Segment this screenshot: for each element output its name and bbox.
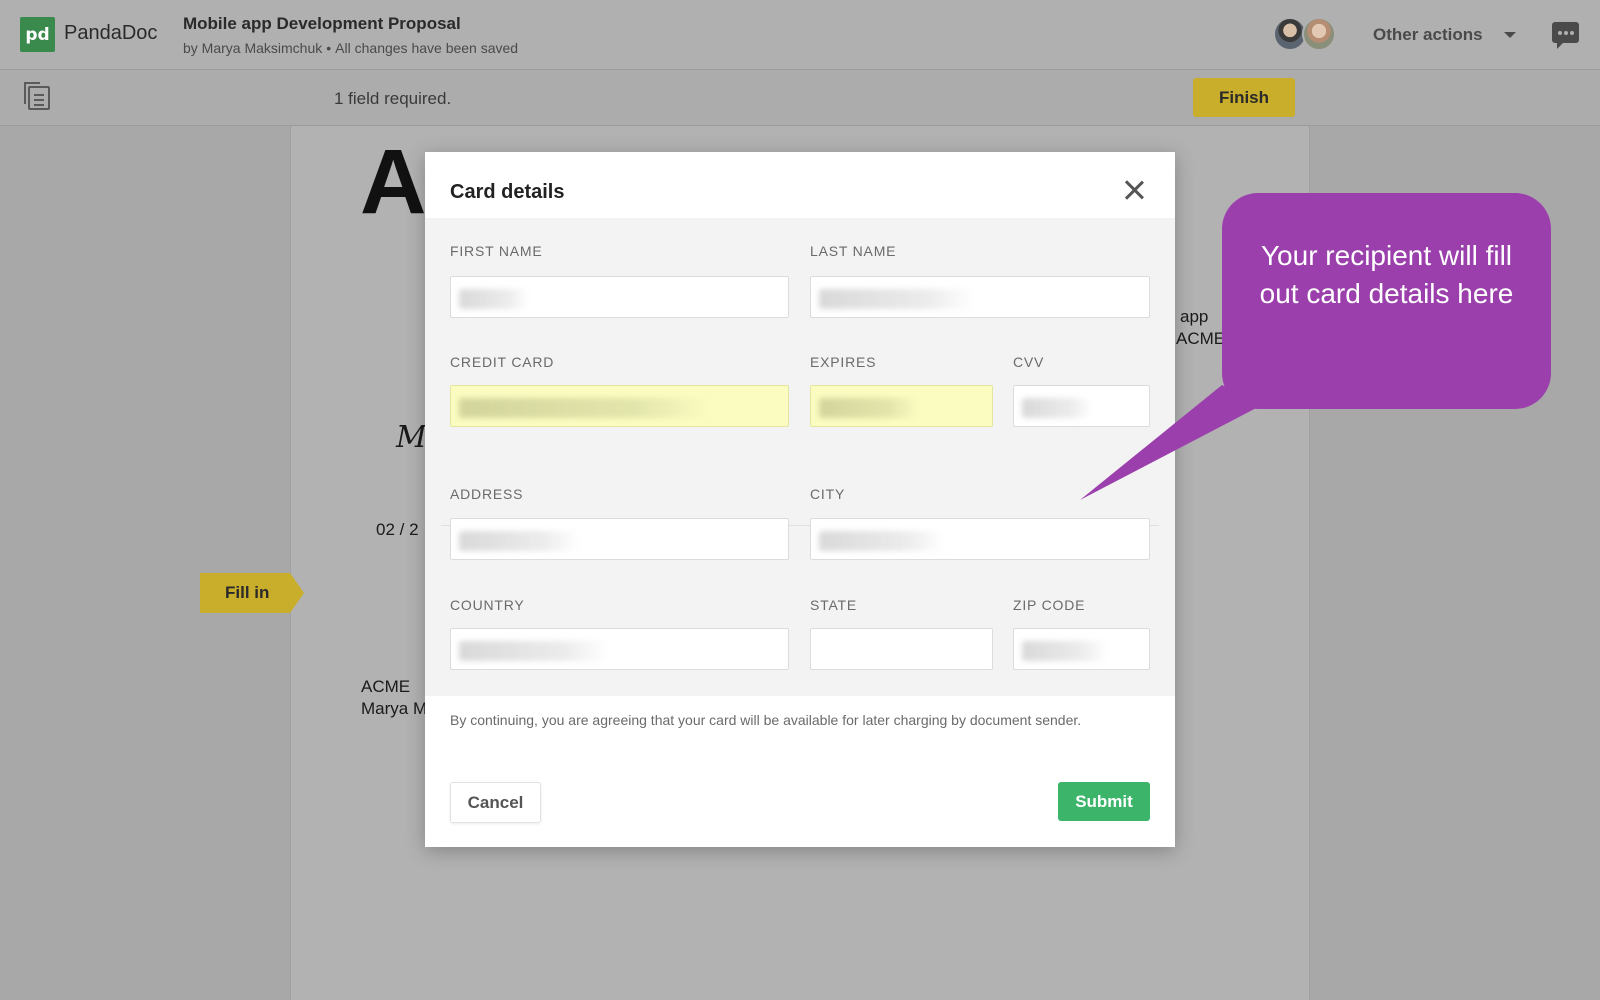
card-details-modal: Card details FIRST NAME LAST NAME CREDIT… <box>425 152 1175 847</box>
last-name-label: LAST NAME <box>810 243 897 259</box>
other-actions-menu[interactable]: Other actions <box>1373 25 1483 45</box>
cvv-field[interactable] <box>1013 385 1150 427</box>
last-name-field[interactable] <box>810 276 1150 318</box>
zip-code-field[interactable] <box>1013 628 1150 670</box>
first-name-field[interactable] <box>450 276 789 318</box>
document-title[interactable]: Mobile app Development Proposal <box>183 14 461 34</box>
modal-header: Card details <box>425 152 1175 218</box>
modal-form: FIRST NAME LAST NAME CREDIT CARD EXPIRES… <box>425 218 1175 696</box>
callout-text: Your recipient will fill out card detail… <box>1259 240 1514 309</box>
address-field[interactable] <box>450 518 789 560</box>
document-subtitle: by Marya Maksimchuk • All changes have bee… <box>183 40 519 56</box>
country-field[interactable] <box>450 628 789 670</box>
zip-code-label: ZIP CODE <box>1013 597 1086 613</box>
avatar[interactable] <box>1302 17 1336 51</box>
brand-name: PandaDoc <box>64 22 158 44</box>
credit-card-label: CREDIT CARD <box>450 354 555 370</box>
credit-card-field[interactable] <box>450 385 789 427</box>
finish-button[interactable]: Finish <box>1193 78 1295 117</box>
document-company: ACME <box>361 677 411 696</box>
pages-icon[interactable] <box>24 82 50 110</box>
document-text: app <box>1180 307 1209 326</box>
country-label: COUNTRY <box>450 597 525 613</box>
document-person: Marya M <box>361 699 428 718</box>
document-text: ACME <box>1176 329 1226 348</box>
expires-field[interactable] <box>810 385 993 427</box>
expires-label: EXPIRES <box>810 354 877 370</box>
logo-text: pd <box>25 24 50 45</box>
pandadoc-logo[interactable]: pd <box>20 17 55 52</box>
document-author: by Marya Maksimchuk <box>183 40 323 56</box>
chevron-down-icon[interactable] <box>1504 32 1516 38</box>
state-field[interactable] <box>810 628 993 670</box>
city-field[interactable] <box>810 518 1150 560</box>
city-label: CITY <box>810 486 846 502</box>
consent-text: By continuing, you are agreeing that you… <box>450 712 1082 728</box>
document-date: 02 / 2 <box>376 520 419 539</box>
save-status: All changes have been saved <box>335 40 519 56</box>
cancel-button[interactable]: Cancel <box>450 782 541 823</box>
state-label: STATE <box>810 597 858 613</box>
chat-icon[interactable] <box>1552 22 1579 49</box>
document-toolbar <box>0 70 1600 126</box>
address-label: ADDRESS <box>450 486 524 502</box>
modal-title: Card details <box>450 181 565 203</box>
close-icon[interactable] <box>1123 179 1145 201</box>
top-bar: pd PandaDoc Mobile app Development Propo… <box>0 0 1600 70</box>
callout-bubble: Your recipient will fill out card detail… <box>1222 193 1551 409</box>
document-heading: A <box>360 131 427 233</box>
required-fields-text: 1 field required. <box>334 89 452 108</box>
fill-in-marker[interactable]: Fill in <box>200 573 304 613</box>
submit-button[interactable]: Submit <box>1058 782 1150 821</box>
first-name-label: FIRST NAME <box>450 243 543 259</box>
cvv-label: CVV <box>1013 354 1045 370</box>
